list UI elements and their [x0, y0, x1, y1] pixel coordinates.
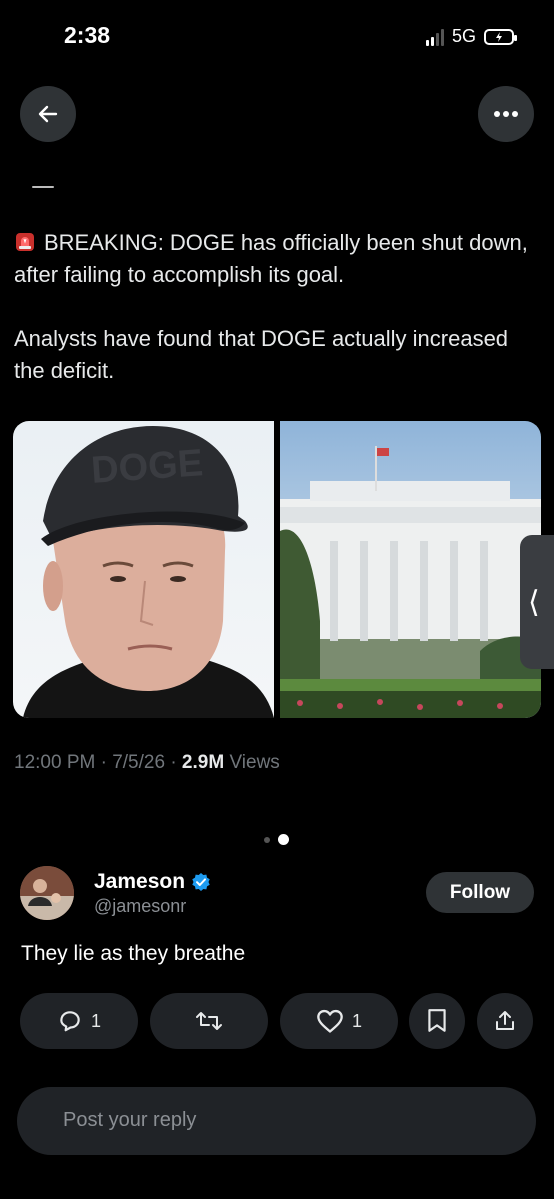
arrow-left-icon [38, 105, 58, 123]
cap-text: DOGE [90, 442, 205, 492]
network-label: 5G [451, 26, 476, 46]
side-drawer-handle[interactable]: ⟨ [520, 535, 554, 669]
photo-man-in-cap[interactable]: DOGE [13, 421, 274, 718]
reply-placeholder: Post your reply [63, 1109, 197, 1131]
chevron-left-icon: ⟨ [528, 585, 540, 619]
author-handle[interactable]: @jamesonr [94, 896, 186, 917]
back-button[interactable] [20, 86, 76, 142]
like-count: 1 [351, 1010, 362, 1031]
status-time: 2:38 [64, 22, 111, 48]
photo-white-house[interactable] [280, 421, 541, 718]
verified-badge-icon [192, 873, 210, 891]
like-button[interactable]: 1 [280, 993, 398, 1049]
pager-dots [264, 834, 289, 845]
tweet-text: BREAKING: DOGE has officially been shut … [14, 227, 534, 387]
views-label: Views [224, 752, 280, 773]
status-indicators: 5G [425, 26, 517, 47]
heart-icon [317, 1009, 343, 1033]
share-icon [496, 1011, 514, 1030]
views-count: 2.9M [181, 752, 225, 773]
bookmark-button[interactable] [409, 993, 465, 1049]
repost-button[interactable] [150, 993, 268, 1049]
scroll-divider [32, 186, 54, 188]
author-name: Jameson [94, 870, 186, 893]
pager-dot-active[interactable] [278, 834, 289, 845]
tweet-media[interactable]: DOGE [13, 421, 541, 718]
tweet-line-2: Analysts have found that DOGE actually i… [14, 326, 509, 383]
tweet-line-1: BREAKING: DOGE has officially been shut … [14, 230, 528, 287]
bookmark-icon [428, 1009, 446, 1032]
reply-count-button[interactable]: 1 [20, 993, 138, 1049]
battery-icon [484, 28, 517, 45]
siren-emoji-icon [16, 233, 34, 251]
reply-text: They lie as they breathe [21, 942, 246, 965]
tweet-meta: 12:00 PM · 7/5/26 · 2.9M Views [14, 752, 280, 774]
share-button[interactable] [477, 993, 533, 1049]
comment-icon [60, 1011, 80, 1032]
avatar[interactable] [20, 866, 74, 920]
reply-author[interactable]: Jameson [94, 870, 211, 894]
signal-icon [425, 28, 444, 46]
reply-input[interactable]: Post your reply [17, 1087, 536, 1155]
pager-dot[interactable] [264, 836, 270, 843]
repost-icon [196, 1012, 222, 1030]
more-button[interactable] [478, 86, 534, 142]
more-horizontal-icon [494, 111, 518, 117]
follow-button[interactable]: Follow [426, 872, 534, 913]
reply-count: 1 [90, 1010, 101, 1031]
tweet-timestamp: 12:00 PM · 7/5/26 · [14, 752, 182, 773]
